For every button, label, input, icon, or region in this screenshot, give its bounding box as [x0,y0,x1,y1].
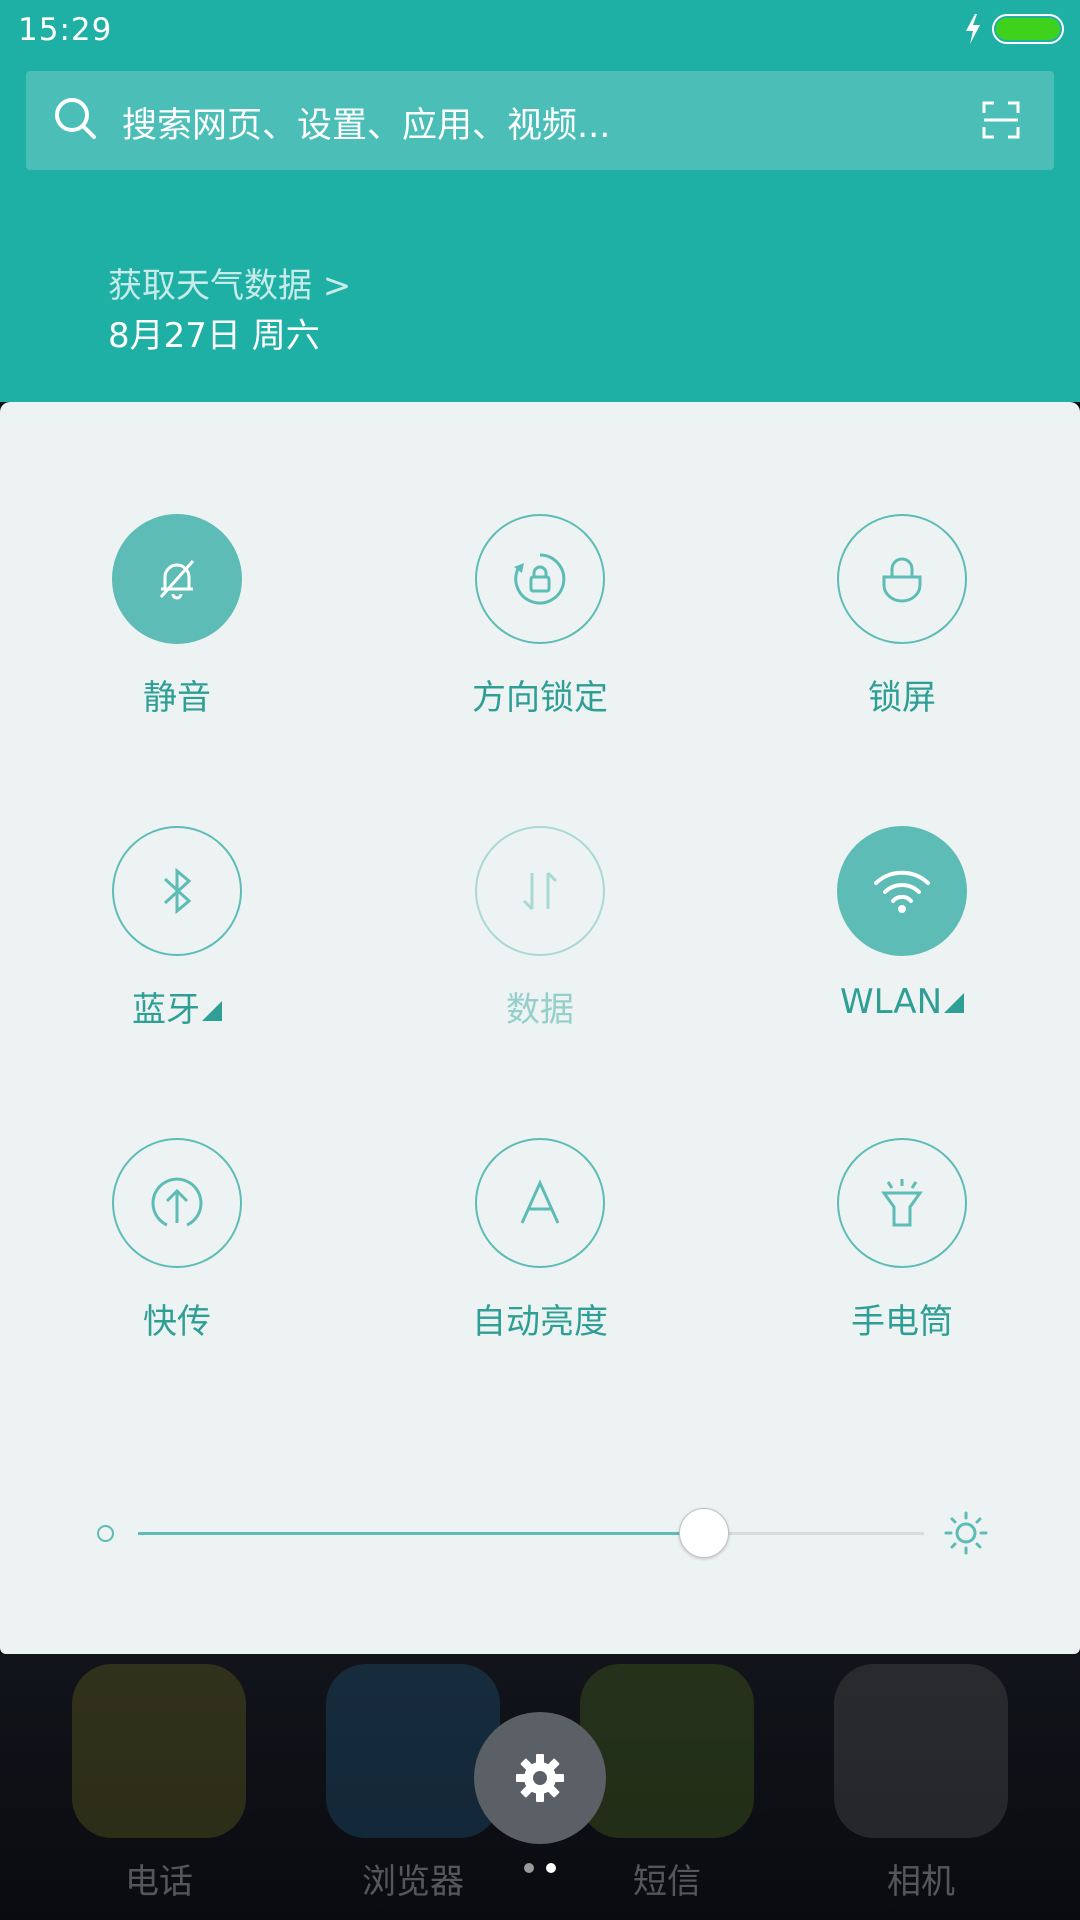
brightness-slider[interactable] [0,1504,1080,1564]
bluetooth-icon [163,867,192,915]
bluetooth-toggle[interactable] [112,826,242,956]
tile-label: 静音 [143,678,211,718]
notification-header: 15:29 搜索网页、设置、应用、视频... 获取天气数据 > 8月27日 周六 [0,0,1080,402]
rotation-lock-icon [514,553,566,605]
silent-toggle[interactable] [112,514,242,644]
tile-label: 锁屏 [868,678,936,718]
tile-label: WLAN [839,982,965,1022]
tile-bluetooth[interactable]: 蓝牙 [57,826,297,1031]
tile-label: 自动亮度 [472,1302,608,1342]
data-icon [522,871,558,911]
battery-icon [992,14,1064,44]
status-time: 15:29 [18,12,113,48]
lock-screen-button[interactable] [837,514,967,644]
tile-flashlight[interactable]: 手电筒 [782,1138,1022,1343]
menu-triangle-icon [202,1001,222,1021]
dock-label: 浏览器 [362,1862,464,1902]
brightness-low-icon [97,1525,114,1542]
upload-icon [151,1177,203,1227]
lock-icon [882,557,922,603]
tile-rotation-lock[interactable]: 方向锁定 [420,514,660,719]
tile-quick-transfer[interactable]: 快传 [57,1138,297,1343]
tile-label: 快传 [143,1302,211,1342]
brightness-fill [138,1532,704,1535]
status-icons [964,14,1064,44]
search-placeholder: 搜索网页、设置、应用、视频... [122,106,611,146]
tile-data[interactable]: 数据 [420,826,660,1031]
page-dot-active [546,1863,556,1873]
tile-label: 手电筒 [851,1302,953,1342]
sun-icon [944,1511,988,1555]
search-icon [55,98,96,139]
gear-icon [516,1754,564,1802]
dock-label: 短信 [633,1862,701,1902]
auto-brightness-toggle[interactable] [475,1138,605,1268]
quick-transfer-toggle[interactable] [112,1138,242,1268]
wlan-label: WLAN [839,982,943,1022]
search-bar[interactable]: 搜索网页、设置、应用、视频... [26,71,1054,170]
tile-label: 方向锁定 [472,678,608,718]
bell-off-icon [159,560,195,600]
page-dot [524,1863,534,1873]
tile-wlan[interactable]: WLAN [782,826,1022,1022]
brightness-track[interactable] [138,1508,924,1558]
brightness-thumb[interactable] [678,1508,729,1558]
menu-triangle-icon [944,993,965,1013]
page-indicator [524,1863,556,1873]
dock-app-messages [580,1664,754,1838]
settings-button[interactable] [474,1712,606,1844]
flashlight-toggle[interactable] [837,1138,967,1268]
dock-app-browser [326,1664,500,1838]
tile-label: 数据 [506,990,574,1030]
wifi-icon [874,870,930,913]
scan-icon[interactable] [982,101,1020,139]
tile-label: 蓝牙 [132,982,222,1031]
wlan-toggle[interactable] [837,826,967,956]
date-text: 8月27日 周六 [108,316,320,356]
rotation-lock-toggle[interactable] [475,514,605,644]
tile-lock-screen[interactable]: 锁屏 [782,514,1022,719]
quick-settings-panel: 静音 方向锁定 锁屏 蓝牙 数据 WLAN 快传 自动亮度 手电筒 [0,402,1080,1654]
tile-silent[interactable]: 静音 [57,514,297,719]
dock-app-phone [72,1664,246,1838]
dock-label: 相机 [887,1862,955,1902]
bolt-icon [966,14,980,44]
auto-brightness-icon [520,1179,560,1224]
tile-auto-brightness[interactable]: 自动亮度 [420,1138,660,1343]
bluetooth-label: 蓝牙 [132,990,200,1030]
data-toggle[interactable] [475,826,605,956]
dock-label: 电话 [125,1862,193,1902]
dock-app-camera [834,1664,1008,1838]
flashlight-icon [881,1179,923,1227]
weather-link[interactable]: 获取天气数据 > [108,258,351,307]
